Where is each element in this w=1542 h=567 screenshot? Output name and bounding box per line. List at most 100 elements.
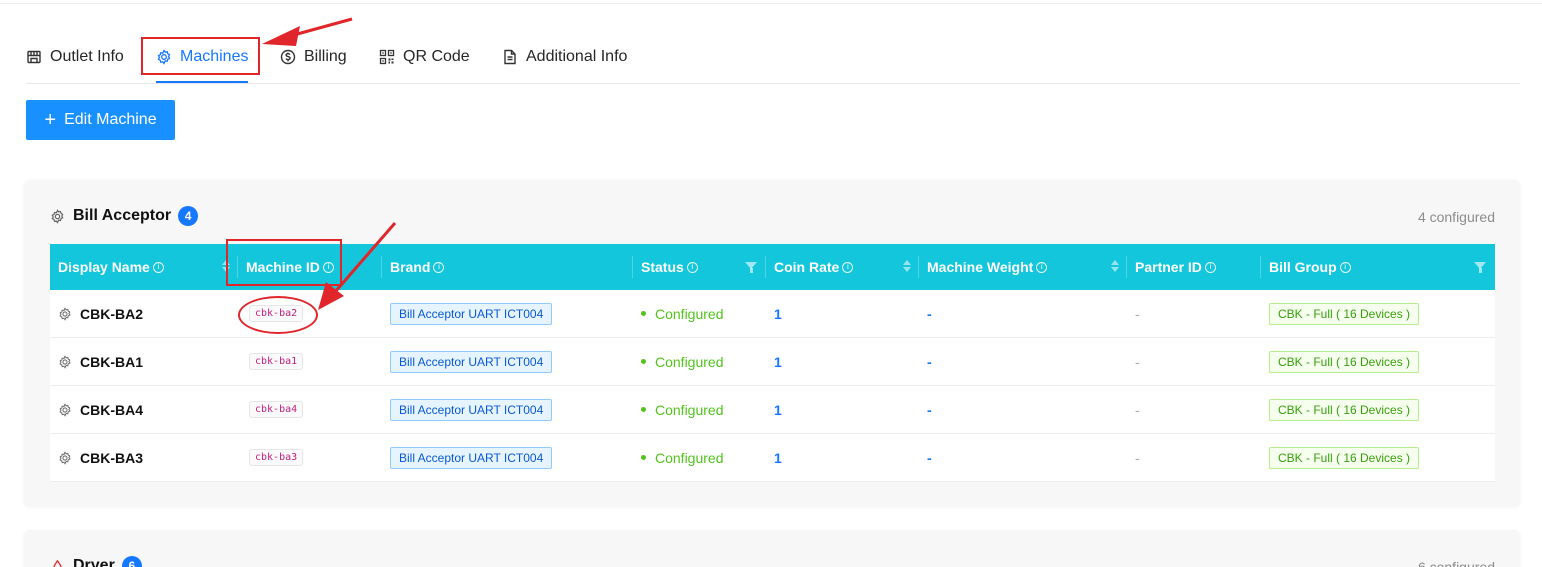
info-icon[interactable]: i [322, 261, 334, 273]
machine-id-tag: cbk-ba4 [249, 401, 304, 418]
cell-brand: Bill Acceptor UART ICT004 [382, 386, 633, 433]
cell-machine-id: cbk-ba3 [238, 434, 382, 481]
cell-machine-weight: - [919, 434, 1127, 481]
info-icon[interactable]: i [1036, 261, 1048, 273]
cell-brand: Bill Acceptor UART ICT004 [382, 290, 633, 337]
status-dot-icon [641, 407, 646, 412]
column-label: Brand [390, 259, 431, 275]
cell-partner-id: - [1127, 290, 1261, 337]
column-partner-id[interactable]: Partner ID i [1127, 244, 1261, 290]
section-title: Dryer [73, 557, 115, 567]
column-coin-rate[interactable]: Coin Rate i [766, 244, 919, 290]
column-bill-group[interactable]: Bill Group i [1261, 244, 1495, 290]
sort-icon[interactable] [222, 260, 230, 272]
edit-machine-label: Edit Machine [64, 111, 157, 128]
info-icon[interactable]: i [842, 261, 854, 273]
configured-count: 6 configured [1417, 559, 1495, 567]
table-row[interactable]: CBK-BA4 cbk-ba4 Bill Acceptor UART ICT004 C… [50, 386, 1495, 434]
table-row[interactable]: CBK-BA1 cbk-ba1 Bill Acceptor UART ICT004 C… [50, 338, 1495, 386]
cell-display-name: CBK-BA2 [50, 290, 238, 337]
table-body: CBK-BA2 cbk-ba2 Bill Acceptor UART ICT004 C… [50, 290, 1495, 482]
info-icon[interactable]: i [152, 261, 164, 273]
cell-coin-rate: 1 [766, 386, 919, 433]
brand-tag: Bill Acceptor UART ICT004 [390, 302, 553, 325]
filter-icon[interactable] [745, 262, 757, 273]
sort-icon[interactable] [903, 260, 911, 272]
column-machine-id[interactable]: Machine ID i [238, 244, 382, 290]
filter-icon[interactable] [1474, 262, 1486, 273]
coin-rate-text: 1 [774, 305, 782, 322]
bill-acceptor-card: Bill Acceptor 4 4 configured Display Nam… [24, 180, 1520, 506]
status-badge: Configured [641, 402, 724, 418]
info-icon[interactable]: i [1204, 261, 1216, 273]
cell-machine-id: cbk-ba4 [238, 386, 382, 433]
dollar-icon [280, 49, 296, 65]
cell-status: Configured [633, 434, 766, 481]
info-icon[interactable]: i [433, 261, 445, 273]
dryer-icon [53, 559, 62, 567]
tab-billing[interactable]: Billing [280, 32, 347, 82]
column-display-name[interactable]: Display Name i [50, 244, 238, 290]
cell-bill-group: CBK - Full ( 16 Devices ) [1261, 386, 1495, 433]
tab-outlet-info[interactable]: Outlet Info [26, 32, 124, 82]
count-badge: 6 [121, 556, 142, 567]
table-row[interactable]: CBK-BA2 cbk-ba2 Bill Acceptor UART ICT004 C… [50, 290, 1495, 338]
brand-tag: Bill Acceptor UART ICT004 [390, 350, 553, 373]
cell-brand: Bill Acceptor UART ICT004 [382, 338, 633, 385]
status-dot-icon [641, 359, 646, 364]
weight-text: - [927, 305, 932, 322]
edit-machine-button[interactable]: + Edit Machine [26, 100, 175, 140]
cell-machine-weight: - [919, 290, 1127, 337]
coin-rate-text: 1 [774, 353, 782, 370]
column-machine-weight[interactable]: Machine Weight i [919, 244, 1127, 290]
tab-machines[interactable]: Machines [156, 32, 248, 82]
machines-table: Display Name i Machine ID i Brand i Status i… [50, 244, 1495, 482]
cell-display-name: CBK-BA1 [50, 338, 238, 385]
sort-icon[interactable] [1111, 260, 1119, 272]
gear-icon [59, 450, 71, 465]
qrcode-icon [379, 49, 395, 65]
display-name-text: CBK-BA4 [80, 401, 143, 418]
tab-qr-code[interactable]: QR Code [379, 32, 470, 82]
cell-partner-id: - [1127, 434, 1261, 481]
weight-text: - [927, 449, 932, 466]
cell-coin-rate: 1 [766, 290, 919, 337]
status-badge: Configured [641, 450, 724, 466]
info-icon[interactable]: i [686, 261, 698, 273]
cell-display-name: CBK-BA3 [50, 434, 238, 481]
section-header: Dryer 6 [50, 556, 142, 567]
cell-display-name: CBK-BA4 [50, 386, 238, 433]
bill-group-tag: CBK - Full ( 16 Devices ) [1269, 350, 1420, 373]
machine-id-tag: cbk-ba1 [249, 353, 304, 370]
tab-label: Additional Info [526, 48, 628, 65]
tab-active-indicator [156, 81, 248, 83]
column-label: Machine Weight [927, 259, 1034, 275]
tab-bar: Outlet Info Machines Billing QR Code Add… [26, 32, 1520, 84]
tab-additional-info[interactable]: Additional Info [502, 32, 627, 82]
column-label: Display Name [58, 259, 150, 275]
column-label: Machine ID [246, 259, 320, 275]
top-rule [0, 0, 1542, 4]
table-row[interactable]: CBK-BA3 cbk-ba3 Bill Acceptor UART ICT004 C… [50, 434, 1495, 482]
configured-count: 4 configured [1417, 209, 1495, 225]
tab-label: QR Code [403, 48, 470, 65]
info-icon[interactable]: i [1339, 261, 1351, 273]
machine-id-tag: cbk-ba2 [249, 305, 304, 322]
status-badge: Configured [641, 354, 724, 370]
cell-partner-id: - [1127, 386, 1261, 433]
dryer-card: Dryer 6 6 configured [24, 530, 1520, 567]
display-name-text: CBK-BA3 [80, 449, 143, 466]
cell-partner-id: - [1127, 338, 1261, 385]
tab-label: Machines [180, 48, 249, 65]
document-icon [504, 49, 516, 65]
cell-bill-group: CBK - Full ( 16 Devices ) [1261, 290, 1495, 337]
store-icon [27, 50, 41, 64]
weight-text: - [927, 353, 932, 370]
tab-label: Outlet Info [50, 48, 124, 65]
column-status[interactable]: Status i [633, 244, 766, 290]
partner-id-text: - [1135, 449, 1140, 466]
section-title: Bill Acceptor [73, 207, 172, 224]
cell-brand: Bill Acceptor UART ICT004 [382, 434, 633, 481]
column-brand[interactable]: Brand i [382, 244, 633, 290]
cell-status: Configured [633, 386, 766, 433]
